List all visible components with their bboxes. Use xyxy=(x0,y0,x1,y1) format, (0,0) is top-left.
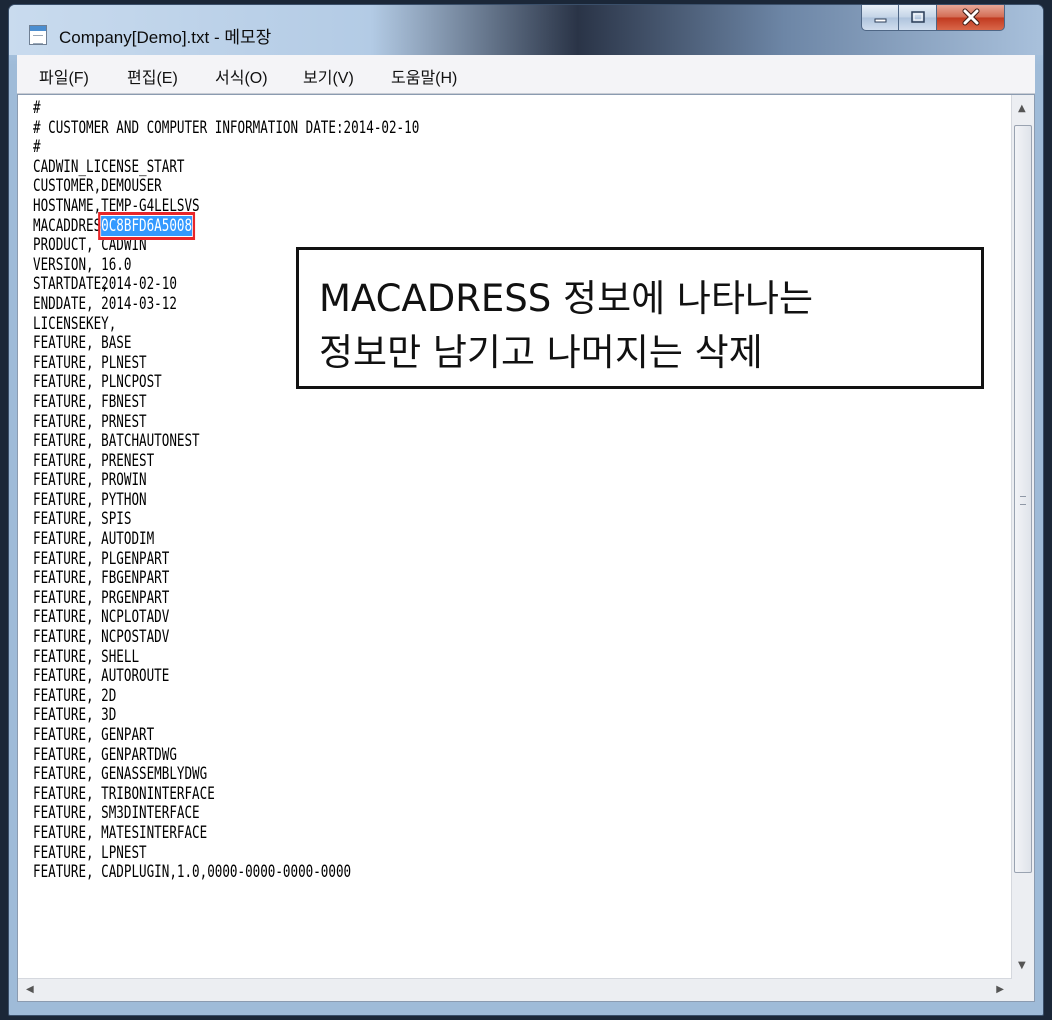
annotation-line-2: 정보만 남기고 나머지는 삭제 xyxy=(319,331,763,374)
annotation-box: MACADRESS 정보에 나타나는 정보만 남기고 나머지는 삭제 xyxy=(296,247,984,389)
annotation-arrow xyxy=(346,250,486,344)
annotation-line-1: MACADRESS 정보에 나타나는 xyxy=(319,277,814,320)
